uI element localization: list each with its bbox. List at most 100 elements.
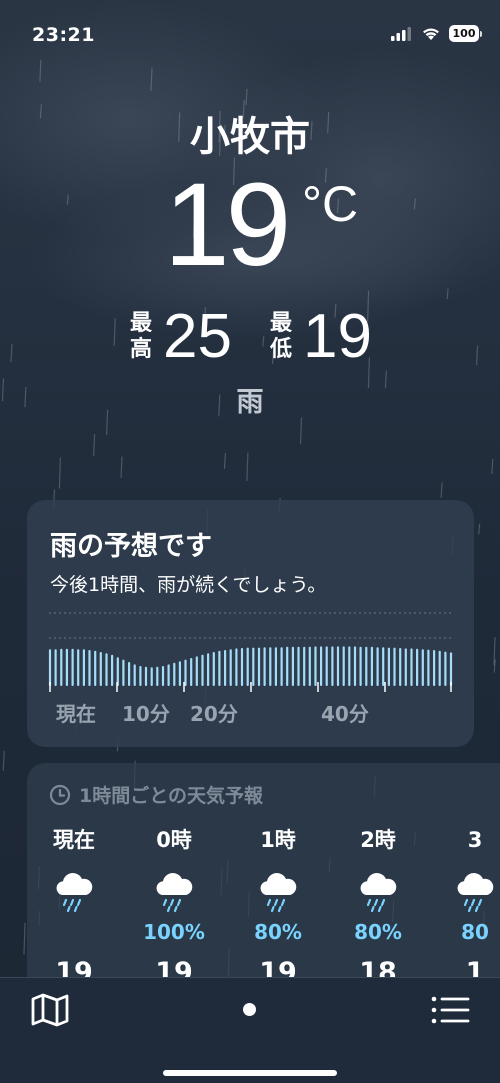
- hourly-forecast-column: 0時 100% 19: [129, 825, 219, 991]
- rain-streak: [23, 922, 26, 955]
- rain-forecast-card[interactable]: 雨の予想です 今後1時間、雨が続くでしょう。 現在 10分 20分 40分: [27, 500, 474, 747]
- low-temperature: 19: [303, 302, 372, 371]
- precipitation-bar: [342, 646, 345, 686]
- precipitation-bar: [218, 650, 221, 686]
- precipitation-bar: [144, 666, 148, 686]
- precipitation-bar: [325, 646, 328, 686]
- precipitation-bar: [370, 646, 373, 686]
- chart-axis-labels: 現在 10分 20分 40分: [27, 698, 474, 728]
- rain-streak: [120, 456, 123, 478]
- precipitation-bar: [161, 666, 165, 686]
- home-indicator[interactable]: [163, 1070, 337, 1076]
- hour-weather-icon: [430, 869, 500, 919]
- precipitation-bar: [156, 666, 159, 686]
- precipitation-bar: [173, 662, 176, 686]
- list-icon[interactable]: [430, 992, 470, 1028]
- status-icons: 100: [391, 25, 482, 42]
- rain-streak: [150, 67, 153, 91]
- precipitation-bar: [235, 648, 238, 686]
- precipitation-bar: [399, 648, 402, 686]
- status-time: 23:21: [32, 24, 95, 46]
- precipitation-chance: 80%: [354, 920, 402, 944]
- hour-weather-icon: [29, 869, 119, 919]
- precipitation-bar: [54, 649, 57, 686]
- temperature-unit: °C: [302, 176, 359, 232]
- high-label-top: 最: [129, 311, 152, 336]
- rain-cloud-icon: [260, 873, 297, 913]
- rain-streak: [491, 458, 494, 475]
- axis-label-10min: 10分: [122, 702, 170, 726]
- precipitation-bar: [195, 656, 198, 686]
- rain-forecast-title: 雨の予想です: [50, 531, 212, 562]
- battery-indicator: 100: [449, 25, 482, 42]
- precipitation-bar: [308, 646, 311, 686]
- precipitation-bar: [128, 662, 131, 686]
- battery-level: 100: [449, 25, 479, 42]
- precipitation-bar: [178, 661, 181, 686]
- rain-streak: [2, 750, 5, 771]
- map-icon[interactable]: [30, 992, 70, 1028]
- rain-cloud-icon: [56, 873, 93, 913]
- precipitation-bar: [60, 648, 63, 686]
- precipitation-bar: [336, 646, 340, 686]
- precipitation-bar: [133, 664, 136, 686]
- precipitation-bar: [240, 648, 244, 686]
- clock-icon: [49, 784, 71, 805]
- precipitation-bar: [410, 648, 413, 686]
- precipitation-bar: [297, 646, 300, 686]
- precipitation-bar: [71, 648, 74, 686]
- bottom-toolbar: [0, 977, 500, 1083]
- axis-label-20min: 20分: [190, 702, 238, 726]
- precipitation-chance: 80: [461, 920, 489, 944]
- precipitation-bar: [116, 657, 119, 686]
- precipitation-bar: [252, 647, 255, 686]
- precipitation-bar: [427, 649, 430, 686]
- axis-label-40min: 40分: [321, 702, 369, 726]
- precipitation-bar: [167, 664, 170, 686]
- precipitation-bar: [314, 646, 317, 686]
- rain-streak: [246, 452, 249, 482]
- precipitation-bar: [224, 650, 227, 686]
- precipitation-bar: [94, 650, 97, 686]
- precipitation-bar: [65, 648, 68, 686]
- precipitation-bar: [77, 649, 80, 686]
- current-temperature: 19 °C: [0, 160, 500, 290]
- hour-weather-icon: [333, 869, 423, 919]
- hourly-forecast-column: 1時 80% 19: [233, 825, 323, 991]
- precipitation-bar: [111, 654, 114, 686]
- precipitation-bar: [88, 650, 91, 686]
- precipitation-bar: [82, 649, 85, 686]
- precipitation-bar: [280, 647, 283, 686]
- rain-streak: [446, 288, 449, 300]
- precipitation-bar: [150, 667, 153, 686]
- precipitation-bar: [291, 646, 294, 686]
- low-label-bottom: 低: [269, 337, 292, 362]
- precipitation-bar: [286, 646, 289, 686]
- precipitation-bar: [99, 652, 102, 686]
- rain-forecast-description: 今後1時間、雨が続くでしょう。: [50, 574, 327, 596]
- precipitation-bar: [48, 649, 52, 686]
- precipitation-bar: [274, 647, 277, 686]
- precipitation-chance: 80%: [254, 920, 302, 944]
- precipitation-bar: [139, 666, 142, 686]
- precipitation-bar: [122, 659, 125, 686]
- precipitation-bar: [257, 647, 261, 686]
- low-label-top: 最: [269, 311, 292, 336]
- precipitation-bar: [449, 652, 453, 686]
- page-indicator-dot[interactable]: [243, 1003, 256, 1016]
- precipitation-bar: [444, 651, 447, 686]
- hourly-forecast-column: 現在 19: [29, 825, 119, 991]
- precipitation-chance: [29, 919, 119, 945]
- precipitation-chance: 100%: [143, 920, 205, 944]
- precipitation-bar: [348, 646, 351, 686]
- rain-streak: [58, 457, 61, 489]
- hour-label: 2時: [360, 828, 396, 852]
- precipitation-bar: [263, 647, 266, 686]
- hourly-forecast-header: 1時間ごとの天気予報: [49, 781, 263, 808]
- precipitation-bar: [207, 653, 210, 686]
- precipitation-bar: [303, 646, 306, 686]
- precipitation-bar: [229, 649, 232, 686]
- precipitation-bar: [382, 647, 385, 686]
- hour-label: 3: [467, 828, 483, 852]
- precipitation-bar: [416, 648, 419, 686]
